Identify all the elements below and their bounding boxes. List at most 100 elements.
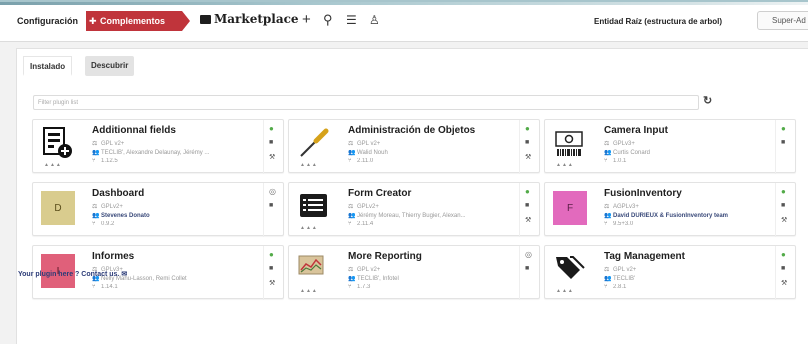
plugin-card-dashboard[interactable]: D Dashboard ⚖ GPLv2+ 👥 Stevenes Donato ⑂ 0.… — [32, 182, 284, 237]
plugin-version: ⑂ 1.14.1 — [92, 284, 118, 290]
toggle-on-icon[interactable]: ● — [525, 188, 530, 196]
wrench-icon[interactable]: ⚒ — [781, 280, 787, 288]
refresh-icon[interactable]: ↻ — [703, 94, 712, 107]
wrench-icon[interactable]: ⚒ — [269, 154, 275, 162]
toggle-on-icon[interactable]: ● — [781, 188, 786, 196]
plugin-card-administracion-objetos[interactable]: ▲▲▲ Administración de Objetos ⚖ GPL v2+ 👥… — [288, 119, 540, 174]
plugin-actions: ● ■ ⚒ — [519, 183, 539, 237]
plugin-tile: F — [553, 191, 587, 225]
folder-icon[interactable]: ■ — [781, 265, 785, 273]
branch-icon: ⑂ — [92, 221, 96, 227]
plugin-authors: 👥 Walid Nouh — [348, 150, 388, 156]
branch-icon: ⑂ — [92, 284, 96, 290]
tab-installed[interactable]: Instalado — [23, 56, 73, 76]
plugin-actions: ◎ ■ — [519, 246, 539, 300]
plugin-card-additionnal-fields[interactable]: ▲▲▲ Additionnal fields ⚖ GPL v2+ 👥 TECLIB'… — [32, 119, 284, 174]
branch-icon: ⑂ — [604, 158, 608, 164]
toggle-on-icon[interactable]: ● — [269, 251, 274, 259]
plugin-name: Tag Management — [604, 251, 685, 262]
toggle-on-icon[interactable]: ● — [525, 125, 530, 133]
form-plus-icon — [43, 127, 72, 158]
chart-icon — [298, 255, 324, 275]
folder-icon[interactable]: ■ — [525, 265, 529, 273]
folder-icon[interactable]: ■ — [781, 202, 785, 210]
plugin-version: ⑂ 0.9.2 — [92, 221, 115, 227]
toggle-on-icon[interactable]: ● — [781, 251, 786, 259]
tags-icon — [556, 256, 585, 279]
tab-discover[interactable]: Descubrir — [85, 56, 135, 76]
branch-icon: ⑂ — [348, 158, 352, 164]
contact-link[interactable]: Your plugin here ? Contact us. ✉ — [18, 270, 127, 278]
license-icon: ⚖ — [92, 204, 98, 210]
wrench-icon[interactable]: ⚒ — [525, 217, 531, 225]
plugin-authors: 👥 Curtis Conard — [604, 150, 651, 156]
plugin-card-tag-management[interactable]: ▲▲▲ Tag Management ⚖ GPL v2+ 👥 TECLIB' ⑂ 2.… — [544, 245, 796, 300]
folder-icon[interactable]: ■ — [269, 202, 273, 210]
users-icon: 👥 — [348, 276, 356, 282]
folder-icon[interactable]: ■ — [781, 139, 785, 147]
plugin-card-form-creator[interactable]: ▲▲▲ Form Creator ⚖ GPLv2+ 👥 Jérémy Moreau,… — [288, 182, 540, 237]
add-icon[interactable]: + — [302, 12, 311, 28]
entity-selector[interactable]: Entidad Raíz (estructura de arbol) — [594, 17, 722, 26]
toggle-on-icon[interactable]: ● — [781, 125, 786, 133]
wrench-icon[interactable]: ⚒ — [269, 280, 275, 288]
license-icon: ⚖ — [348, 141, 354, 147]
wrench-icon[interactable]: ⚒ — [781, 217, 787, 225]
breadcrumb-plugins[interactable]: ✚ Complementos — [86, 11, 190, 31]
folder-icon[interactable]: ■ — [269, 265, 273, 273]
plugin-card-camera-input[interactable]: ▲▲▲ Camera Input ⚖ GPLv3+ 👥 Curtis Conard … — [544, 119, 796, 174]
wrench-icon[interactable]: ⚒ — [525, 154, 531, 162]
rating-stars: ▲▲▲ — [556, 162, 574, 168]
users-icon: 👥 — [604, 150, 612, 156]
plugin-actions: ● ■ ⚒ — [519, 120, 539, 174]
users-icon: 👥 — [92, 213, 100, 219]
branch-icon: ⑂ — [348, 221, 352, 227]
plugin-version: ⑂ 1.7.3 — [348, 284, 371, 290]
toggle-on-icon[interactable]: ● — [269, 125, 274, 133]
breadcrumb-configuration[interactable]: Configuración — [17, 16, 78, 26]
envelope-icon: ✉ — [121, 271, 128, 278]
toggle-off-icon[interactable]: ◎ — [525, 251, 532, 259]
plugin-license: ⚖ GPLv2+ — [92, 204, 123, 210]
profile-select[interactable]: Super-Ad — [757, 11, 808, 30]
plugin-name: Administración de Objetos — [348, 125, 476, 136]
license-icon: ⚖ — [604, 267, 610, 273]
plugin-authors: 👥 David DURIEUX & FusionInventory team — [604, 213, 729, 219]
list-icon[interactable]: ☰ — [346, 12, 357, 28]
search-icon[interactable]: ⚲ — [323, 12, 333, 28]
camera-barcode-icon — [555, 131, 583, 156]
folder-icon[interactable]: ■ — [269, 139, 273, 147]
folder-icon[interactable]: ■ — [525, 139, 529, 147]
store-icon — [200, 15, 211, 24]
license-icon: ⚖ — [348, 204, 354, 210]
plugin-name: FusionInventory — [604, 188, 682, 199]
plugin-license: ⚖ GPL v2+ — [348, 267, 381, 273]
plugin-version: ⑂ 1.0.1 — [604, 158, 627, 164]
plugin-actions: ● ■ ⚒ — [775, 183, 795, 237]
license-icon: ⚖ — [348, 267, 354, 273]
puzzle-icon: ✚ — [89, 16, 97, 26]
plugin-version: ⑂ 2.11.4 — [348, 221, 374, 227]
plugin-license: ⚖ GPLv2+ — [348, 204, 379, 210]
license-icon: ⚖ — [604, 204, 610, 210]
plugin-actions: ◎ ■ — [263, 183, 283, 237]
plugin-version: ⑂ 2.11.0 — [348, 158, 374, 164]
plugin-version: ⑂ 1.12.5 — [92, 158, 118, 164]
rating-stars: ▲▲▲ — [556, 288, 574, 294]
folder-icon[interactable]: ■ — [525, 202, 529, 210]
sitemap-icon[interactable]: ♙ — [369, 12, 380, 28]
plugin-actions: ● ■ ⚒ — [775, 246, 795, 300]
plugin-license: ⚖ GPL v2+ — [348, 141, 381, 147]
plugin-card-fusioninventory[interactable]: F FusionInventory ⚖ AGPLv3+ 👥 David DURIEU… — [544, 182, 796, 237]
plugin-license: ⚖ GPL v2+ — [92, 141, 125, 147]
toggle-off-icon[interactable]: ◎ — [269, 188, 276, 196]
screwdriver-icon — [300, 128, 329, 157]
plugin-actions: ● ■ ⚒ — [263, 246, 283, 300]
plugin-authors: 👥 TECLIB' — [604, 276, 636, 282]
plugin-card-more-reporting[interactable]: ▲▲▲ More Reporting ⚖ GPL v2+ 👥 TECLIB', In… — [288, 245, 540, 300]
users-icon: 👥 — [348, 213, 356, 219]
users-icon: 👥 — [604, 213, 612, 219]
breadcrumb-marketplace[interactable]: Marketplace — [200, 12, 299, 26]
plugin-authors: 👥 Stevenes Donato — [92, 213, 150, 219]
filter-input[interactable]: Filter plugin list — [33, 95, 699, 110]
